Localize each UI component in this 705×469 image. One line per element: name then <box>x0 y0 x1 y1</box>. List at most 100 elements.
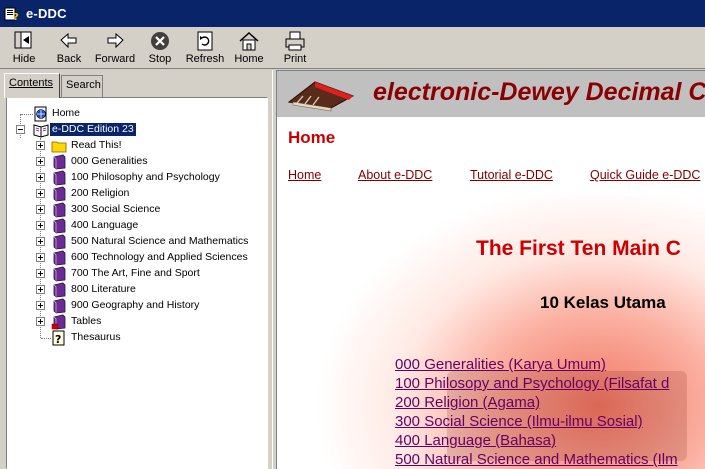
class-link-000[interactable]: 000 Generalities (Karya Umum) <box>395 356 606 373</box>
tree-item-label: 700 The Art, Fine and Sport <box>71 267 200 279</box>
tree-item-label: 000 Generalities <box>71 155 148 167</box>
tab-contents[interactable]: Contents <box>4 73 60 98</box>
tree-item-label: 200 Religion <box>71 187 130 199</box>
stop-icon <box>151 32 169 50</box>
class-link-300[interactable]: 300 Social Science (Ilmu-ilmu Sosial) <box>395 413 643 430</box>
open-book-icon <box>33 122 49 138</box>
book-icon <box>51 218 67 234</box>
book-icon <box>51 170 67 186</box>
print-button[interactable]: Print <box>280 30 310 68</box>
content-pane: electronic-Dewey Decimal C Home Home Abo… <box>277 70 705 469</box>
tree-item-label: 100 Philosophy and Psychology <box>71 171 220 183</box>
refresh-icon <box>197 31 213 51</box>
tree-item-read-this[interactable]: Read This! <box>7 138 267 154</box>
tree-item-label: 500 Natural Science and Mathematics <box>71 235 249 247</box>
book-icon <box>51 154 67 170</box>
svg-text:?: ? <box>13 12 19 22</box>
svg-text:?: ? <box>55 333 61 346</box>
sub-title: 10 Kelas Utama <box>540 293 666 312</box>
help-page-icon: ? <box>51 330 67 346</box>
collapse-toggle-icon[interactable] <box>16 125 25 134</box>
main-title: The First Ten Main C <box>476 237 681 260</box>
expand-toggle-icon[interactable] <box>36 173 45 182</box>
forward-arrow-icon <box>107 32 124 49</box>
expand-toggle-icon[interactable] <box>36 253 45 262</box>
expand-toggle-icon[interactable] <box>36 141 45 150</box>
nav-link-home[interactable]: Home <box>288 168 321 182</box>
tree-item-thesaurus[interactable]: ? Thesaurus <box>7 330 267 346</box>
tree-item-800[interactable]: 800 Literature <box>7 282 267 298</box>
nav-link-quick-guide[interactable]: Quick Guide e-DDC <box>590 168 700 182</box>
tree-item-label: Thesaurus <box>71 331 121 343</box>
book-icon <box>51 314 67 330</box>
back-button[interactable]: Back <box>52 30 86 68</box>
book-icon <box>51 250 67 266</box>
page-heading: Home <box>288 128 336 147</box>
expand-toggle-icon[interactable] <box>36 237 45 246</box>
tree-item-300[interactable]: 300 Social Science <box>7 202 267 218</box>
toolbar: Hide Back Forward Stop Refresh Home Prin… <box>0 27 705 69</box>
navigation-pane: Contents Search Home e-DDC Edition 23 Re… <box>0 70 272 469</box>
title-bar[interactable]: ? e-DDC <box>0 0 705 27</box>
tree-item-home[interactable]: Home <box>7 106 267 122</box>
nav-link-tutorial[interactable]: Tutorial e-DDC <box>470 168 553 182</box>
home-label: Home <box>234 53 264 65</box>
print-icon <box>285 31 305 51</box>
tree-item-label: 400 Language <box>71 219 139 231</box>
class-link-500[interactable]: 500 Natural Science and Mathematics (Ilm <box>395 451 678 468</box>
stop-label: Stop <box>148 53 172 65</box>
book-icon <box>51 282 67 298</box>
tree-item-label: Read This! <box>71 139 122 151</box>
hide-icon <box>14 31 32 49</box>
class-link-100[interactable]: 100 Philosopy and Psychology (Filsafat d <box>395 375 669 392</box>
expand-toggle-icon[interactable] <box>36 221 45 230</box>
tree-item-label: 600 Technology and Applied Sciences <box>71 251 248 263</box>
tree-item-500[interactable]: 500 Natural Science and Mathematics <box>7 234 267 250</box>
tree-item-label: Home <box>52 107 81 119</box>
help-app-icon[interactable]: ? <box>4 6 20 23</box>
tree-item-400[interactable]: 400 Language <box>7 218 267 234</box>
forward-label: Forward <box>94 53 136 65</box>
nav-link-about[interactable]: About e-DDC <box>358 168 432 182</box>
folder-icon <box>51 138 67 154</box>
page-banner: electronic-Dewey Decimal C <box>277 71 705 117</box>
tab-contents-label: Contents <box>9 77 54 89</box>
help-viewer-window: ? e-DDC Hide Back Forward Stop Refresh H… <box>0 0 705 469</box>
expand-toggle-icon[interactable] <box>36 301 45 310</box>
class-link-400[interactable]: 400 Language (Bahasa) <box>395 432 556 449</box>
forward-button[interactable]: Forward <box>93 30 137 68</box>
back-label: Back <box>56 53 82 65</box>
refresh-button[interactable]: Refresh <box>185 30 225 68</box>
tree-item-600[interactable]: 600 Technology and Applied Sciences <box>7 250 267 266</box>
tree-item-000[interactable]: 000 Generalities <box>7 154 267 170</box>
tree-connector <box>41 338 51 339</box>
home-icon <box>239 31 259 51</box>
tree-item-label: Tables <box>71 315 102 327</box>
expand-toggle-icon[interactable] <box>36 189 45 198</box>
house-logo-icon <box>287 78 357 116</box>
book-icon <box>51 298 67 314</box>
expand-toggle-icon[interactable] <box>36 317 45 326</box>
tree-item-100[interactable]: 100 Philosophy and Psychology <box>7 170 267 186</box>
expand-toggle-icon[interactable] <box>36 285 45 294</box>
window-title: e-DDC <box>26 6 67 21</box>
tree-item-root[interactable]: e-DDC Edition 23 <box>7 122 267 138</box>
home-button[interactable]: Home <box>233 30 265 68</box>
tree-item-label: 900 Geography and History <box>71 299 200 311</box>
contents-tree[interactable]: Home e-DDC Edition 23 Read This! 000 Gen… <box>6 97 268 469</box>
expand-toggle-icon[interactable] <box>36 205 45 214</box>
tree-item-700[interactable]: 700 The Art, Fine and Sport <box>7 266 267 282</box>
expand-toggle-icon[interactable] <box>36 269 45 278</box>
tree-item-200[interactable]: 200 Religion <box>7 186 267 202</box>
tree-item-tables[interactable]: Tables <box>7 314 267 330</box>
tree-item-900[interactable]: 900 Geography and History <box>7 298 267 314</box>
tab-search[interactable]: Search <box>61 75 103 97</box>
globe-page-icon <box>33 106 49 122</box>
stop-button[interactable]: Stop <box>145 30 175 68</box>
class-link-200[interactable]: 200 Religion (Agama) <box>395 394 540 411</box>
print-label: Print <box>283 53 307 65</box>
hide-button[interactable]: Hide <box>6 30 42 68</box>
refresh-label: Refresh <box>185 53 225 65</box>
expand-toggle-icon[interactable] <box>36 157 45 166</box>
book-icon <box>51 234 67 250</box>
